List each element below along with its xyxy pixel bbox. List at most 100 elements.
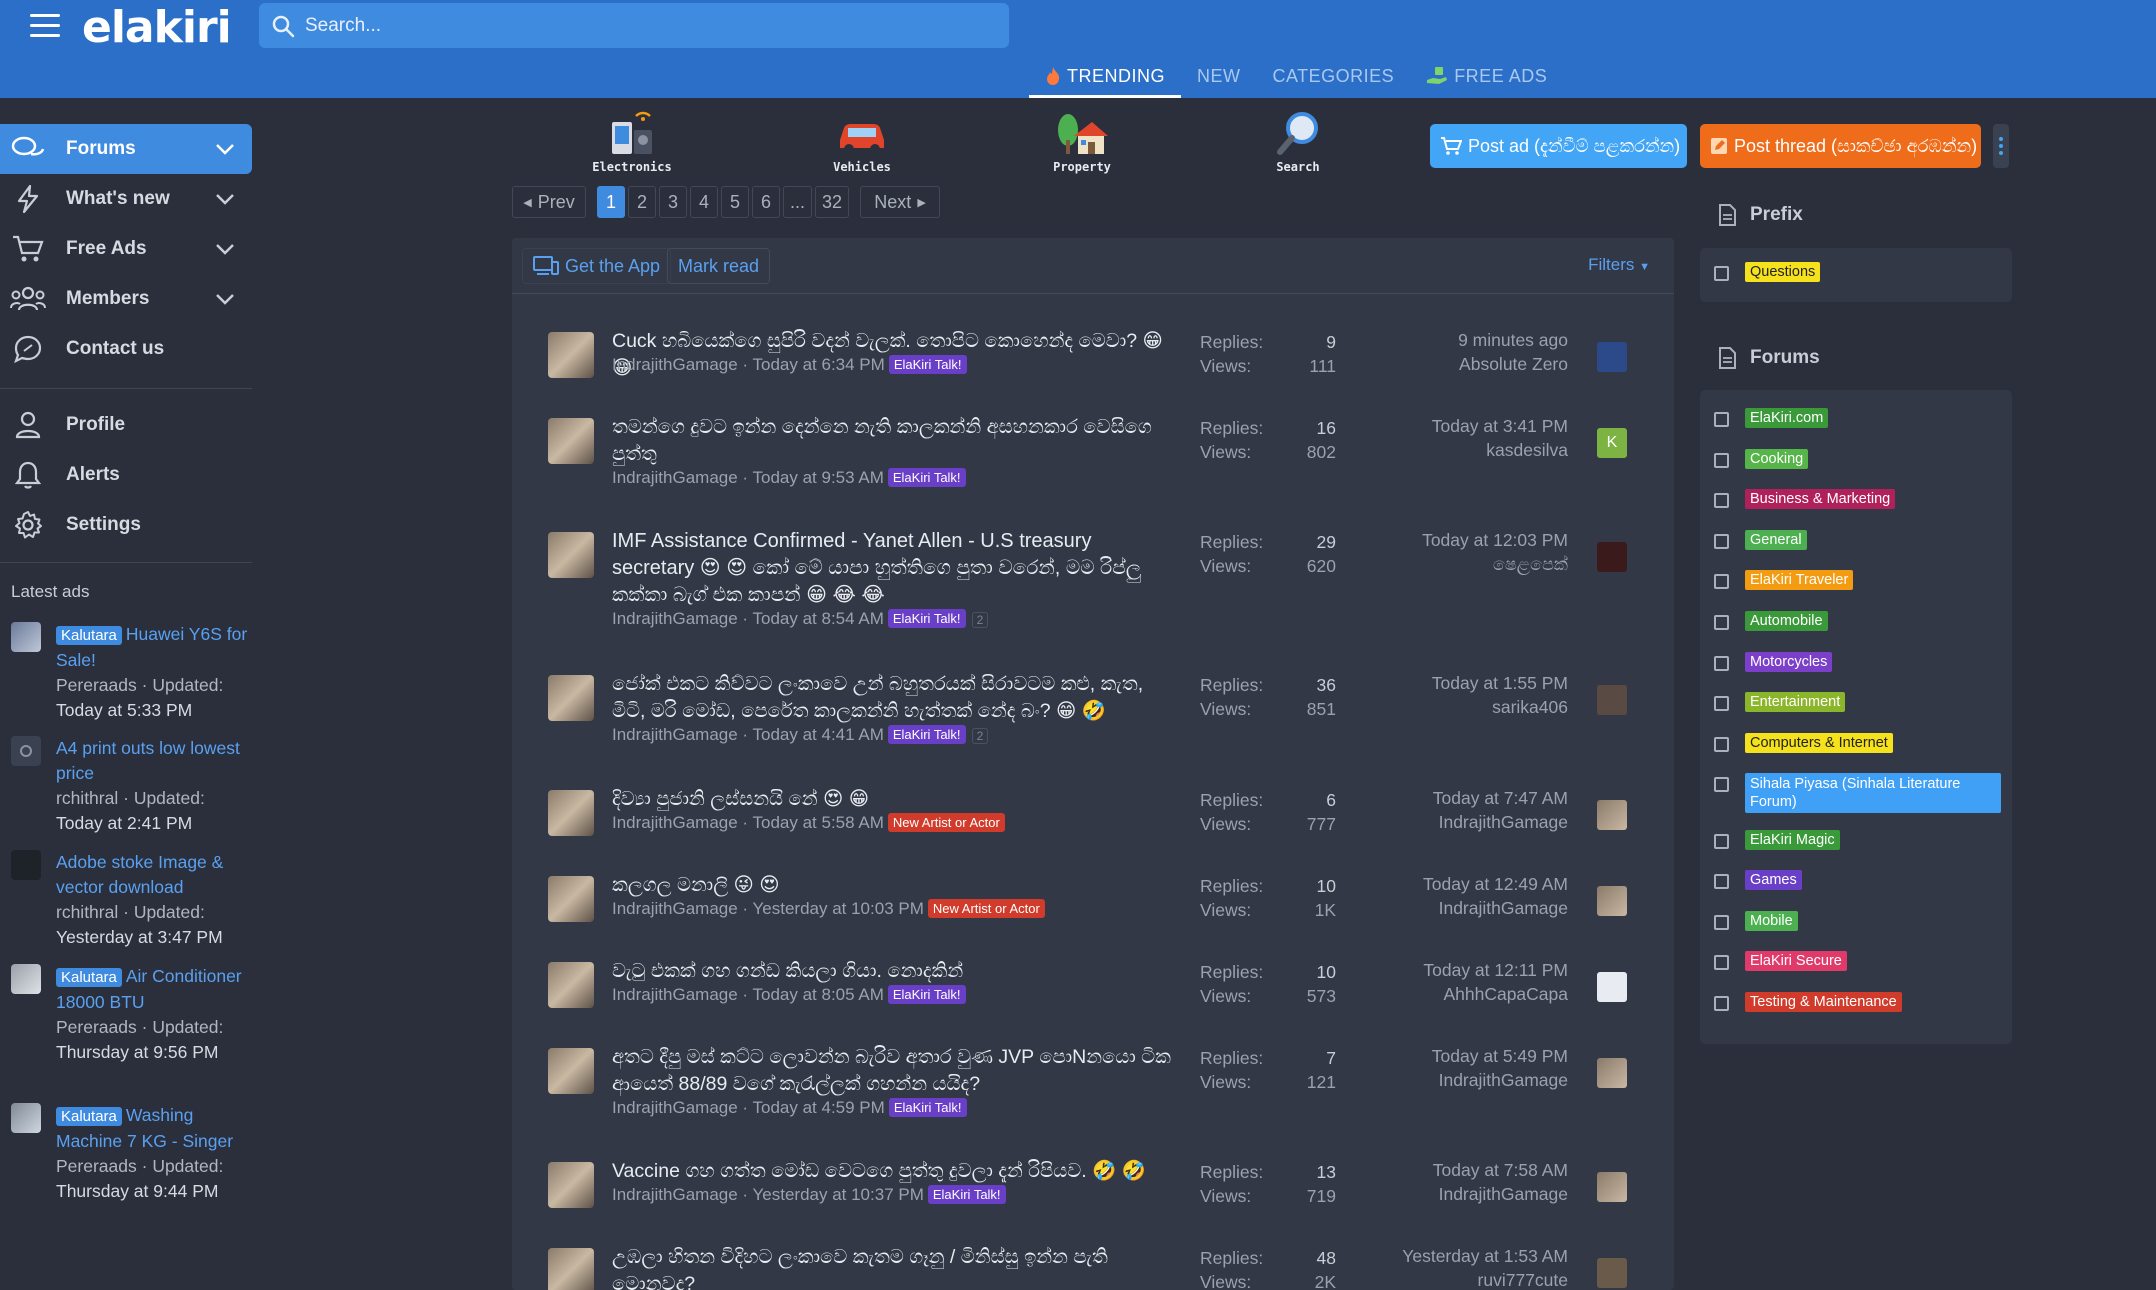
prefix-badge[interactable]: New Artist or Actor [927, 899, 1045, 918]
page-link[interactable]: 4 [690, 186, 718, 218]
checkbox[interactable] [1714, 777, 1729, 792]
forum-filter-item[interactable]: Computers & Internet [1714, 733, 1893, 753]
site-logo[interactable]: elakiri [82, 2, 232, 53]
last-post-time[interactable]: Today at 1:55 PM [1432, 673, 1568, 693]
checkbox[interactable] [1714, 834, 1729, 849]
last-post-user[interactable]: AhhhCapaCapa [1443, 984, 1568, 1004]
thread-title[interactable]: IMF Assistance Confirmed - Yanet Allen -… [612, 528, 1172, 609]
forum-filter-item[interactable]: Motorcycles [1714, 652, 1833, 672]
last-post-time[interactable]: 9 minutes ago [1458, 330, 1568, 350]
more-options-icon[interactable] [1993, 124, 2009, 168]
ad-thumbnail[interactable] [11, 850, 41, 880]
last-poster-avatar[interactable] [1597, 1058, 1627, 1088]
forum-filter-item[interactable]: Testing & Maintenance [1714, 992, 1902, 1012]
author-avatar[interactable] [548, 790, 594, 836]
last-poster-avatar[interactable] [1597, 886, 1627, 916]
forum-filter-item[interactable]: ElaKiri Magic [1714, 830, 1840, 850]
checkbox[interactable] [1714, 656, 1729, 671]
thread-author[interactable]: IndrajithGamage [612, 1098, 738, 1117]
last-post-time[interactable]: Today at 5:49 PM [1432, 1046, 1568, 1066]
tab-new[interactable]: NEW [1181, 58, 1257, 98]
search-box[interactable] [259, 3, 1009, 48]
thread-author[interactable]: IndrajithGamage [612, 899, 738, 918]
category-vehicles[interactable]: Vehicles [802, 110, 922, 174]
thread-title[interactable]: වැටු එකක් ගහ ගන්ඩ කියලා ගියා. නොදකින් [612, 958, 1172, 985]
forum-filter-item[interactable]: ElaKiri Secure [1714, 951, 1847, 971]
forum-filter-item[interactable]: ElaKiri Traveler [1714, 570, 1854, 590]
checkbox[interactable] [1714, 915, 1729, 930]
sidebar-item-free-ads[interactable]: Free Ads [0, 224, 252, 274]
thread-time[interactable]: Today at 8:54 AM [753, 609, 884, 628]
forum-filter-item[interactable]: Cooking [1714, 449, 1809, 469]
category-property[interactable]: Property [1022, 110, 1142, 174]
thread-title[interactable]: කලගල මනාලි 😜 😍 [612, 872, 1172, 899]
sidebar-item-profile[interactable]: Profile [0, 400, 252, 450]
thread-author[interactable]: IndrajithGamage [612, 813, 738, 832]
last-post-user[interactable]: ruvi777cute [1478, 1270, 1568, 1290]
checkbox[interactable] [1714, 493, 1729, 508]
checkbox[interactable] [1714, 874, 1729, 889]
ad-author[interactable]: Pereraads [56, 1156, 137, 1176]
author-avatar[interactable] [548, 1162, 594, 1208]
page-link[interactable]: 32 [815, 186, 850, 218]
thread-time[interactable]: Today at 5:58 AM [753, 813, 884, 832]
post-thread-button[interactable]: Post thread (සාකච්ඡා අරඹන්න) [1700, 124, 1981, 168]
chevron-down-icon[interactable] [214, 138, 236, 160]
ad-thumbnail[interactable] [11, 964, 41, 994]
page-link[interactable]: 6 [752, 186, 780, 218]
search-input[interactable] [305, 14, 985, 37]
prefix-badge[interactable]: ElaKiri Talk! [927, 1185, 1006, 1204]
last-poster-avatar[interactable] [1597, 685, 1627, 715]
last-post-time[interactable]: Yesterday at 1:53 AM [1402, 1246, 1568, 1266]
prefix-badge[interactable]: ElaKiri Talk! [887, 725, 966, 744]
page-link[interactable]: 2 [628, 186, 656, 218]
thread-author[interactable]: IndrajithGamage [612, 985, 738, 1004]
prefix-badge[interactable]: ElaKiri Talk! [887, 468, 966, 487]
thread-time[interactable]: Today at 4:41 AM [753, 725, 884, 744]
last-post-time[interactable]: Today at 3:41 PM [1432, 416, 1568, 436]
prefix-badge[interactable]: ElaKiri Talk! [888, 1098, 967, 1117]
checkbox[interactable] [1714, 996, 1729, 1011]
page-link[interactable]: 3 [659, 186, 687, 218]
post-ad-button[interactable]: Post ad (දැන්වීම් පළකරන්න) [1430, 124, 1687, 168]
filters-button[interactable]: Filters ▼ [1588, 255, 1650, 275]
mark-read-button[interactable]: Mark read [667, 248, 771, 284]
forum-filter-item[interactable]: Games [1714, 870, 1802, 890]
author-avatar[interactable] [548, 1048, 594, 1094]
page-jump[interactable]: ... [783, 186, 813, 218]
thread-page-link[interactable]: 2 [971, 728, 989, 744]
category-electronics[interactable]: Electronics [572, 110, 692, 174]
last-post-time[interactable]: Today at 7:47 AM [1433, 788, 1568, 808]
tab-trending[interactable]: TRENDING [1029, 58, 1181, 98]
last-poster-avatar[interactable] [1597, 972, 1627, 1002]
checkbox[interactable] [1714, 696, 1729, 711]
thread-author[interactable]: IndrajithGamage [612, 609, 738, 628]
checkbox[interactable] [1714, 266, 1729, 281]
last-poster-avatar[interactable] [1597, 800, 1627, 830]
author-avatar[interactable] [548, 332, 594, 378]
chevron-down-icon[interactable] [214, 188, 236, 210]
checkbox[interactable] [1714, 574, 1729, 589]
prefix-badge[interactable]: ElaKiri Talk! [887, 609, 966, 628]
thread-author[interactable]: IndrajithGamage [612, 468, 738, 487]
last-post-user[interactable]: IndrajithGamage [1439, 1184, 1568, 1204]
last-post-time[interactable]: Today at 12:49 AM [1423, 874, 1568, 894]
ad-author[interactable]: Pereraads [56, 675, 137, 695]
page-link[interactable]: 1 [597, 186, 625, 218]
thread-time[interactable]: Yesterday at 10:37 PM [753, 1185, 924, 1204]
forum-filter-item[interactable]: Business & Marketing [1714, 489, 1896, 509]
thread-title[interactable]: ජෝක් එකට කිව්වට ලංකාවෙ උන් බහුතරයක් සිරා… [612, 671, 1172, 725]
last-poster-avatar[interactable] [1597, 1258, 1627, 1288]
chevron-down-icon[interactable] [214, 288, 236, 310]
last-post-user[interactable]: ෂෙළපෙක් [1493, 554, 1568, 574]
last-poster-avatar[interactable]: K [1597, 428, 1627, 458]
ad-author[interactable]: rchithral [56, 788, 118, 808]
thread-time[interactable]: Yesterday at 10:03 PM [753, 899, 924, 918]
ad-author[interactable]: rchithral [56, 902, 118, 922]
sidebar-item-contact-us[interactable]: Contact us [0, 324, 252, 374]
sidebar-item-settings[interactable]: Settings [0, 500, 252, 550]
forum-filter-item[interactable]: Automobile [1714, 611, 1828, 631]
sidebar-item-members[interactable]: Members [0, 274, 252, 324]
thread-title[interactable]: උඹලා හිතන විදිහට ලංකාවෙ කැතම ගෑනු / මිනි… [612, 1244, 1172, 1290]
thread-time[interactable]: Today at 6:34 PM [753, 355, 885, 374]
